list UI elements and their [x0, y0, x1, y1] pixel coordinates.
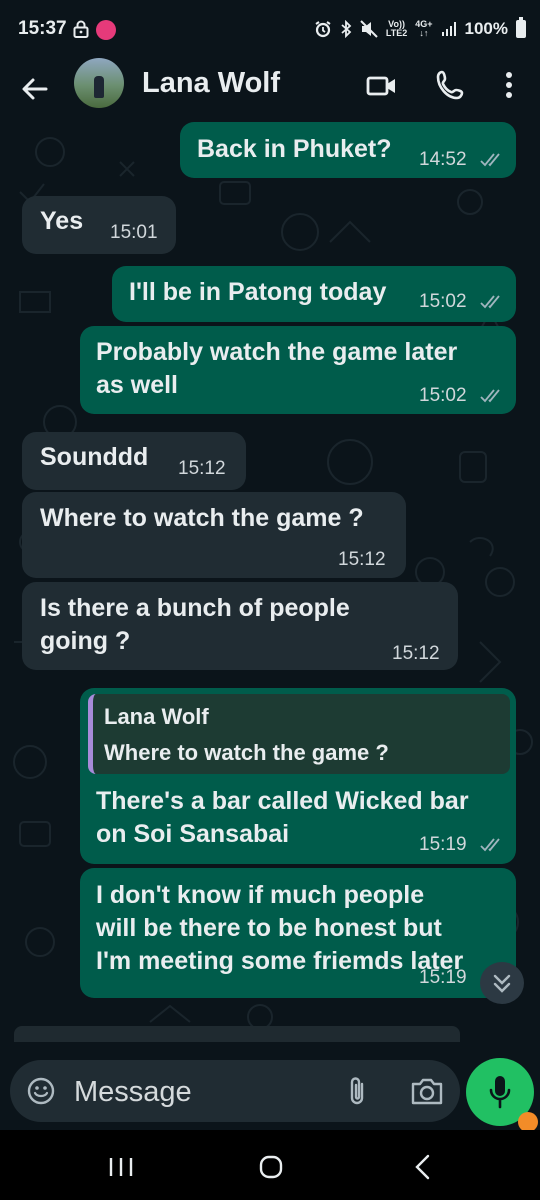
message-text: Where to watch the game ?: [40, 504, 364, 532]
bluetooth-icon: [341, 20, 352, 38]
notification-app-icon: [96, 20, 116, 40]
double-check-icon: [480, 295, 500, 309]
system-navigation-bar: [0, 1130, 540, 1200]
message-time: 15:12: [392, 643, 440, 664]
double-check-icon: [480, 838, 500, 852]
quoted-author: Lana Wolf: [104, 704, 209, 729]
battery-icon: [516, 17, 526, 38]
scroll-down-icon: [493, 974, 511, 993]
message-text: I don't know if much people will be ther…: [96, 881, 464, 975]
status-indicators: Vo)) LTE2 4G+ ↓↑ 100%: [314, 16, 526, 42]
message-text: Is there a bunch of people going ?: [40, 594, 350, 655]
chat-messages-area[interactable]: Back in Phuket? 14:52 Yes 15:01 I'll be …: [0, 122, 540, 1042]
back-arrow-icon[interactable]: [18, 72, 52, 106]
more-vert-icon[interactable]: [500, 68, 518, 102]
message-input[interactable]: [74, 1075, 324, 1109]
message-time: 15:12: [178, 458, 226, 479]
mic-icon: [489, 1076, 511, 1109]
message-text: Back in Phuket?: [197, 135, 392, 163]
double-check-icon: [480, 153, 500, 167]
phone-icon[interactable]: [434, 68, 466, 102]
volte-indicator: Vo)) LTE2: [385, 19, 408, 38]
mute-icon: [360, 20, 378, 38]
message-time: 15:01: [110, 222, 158, 243]
message-time: 15:19: [419, 967, 467, 988]
scroll-down-button[interactable]: [480, 962, 524, 1004]
double-check-icon: [480, 389, 500, 403]
message-time: 14:52: [419, 149, 467, 170]
contact-avatar[interactable]: [74, 58, 124, 108]
video-call-icon[interactable]: [366, 72, 398, 100]
alarm-icon: [315, 21, 331, 38]
status-time: 15:37: [18, 18, 67, 39]
attach-icon[interactable]: [346, 1074, 370, 1108]
nav-back-icon[interactable]: [412, 1154, 434, 1180]
message-text: I'll be in Patong today: [129, 278, 387, 306]
home-icon[interactable]: [258, 1154, 284, 1180]
camera-icon[interactable]: [410, 1076, 444, 1106]
quoted-text: Where to watch the game ?: [104, 740, 389, 765]
message-time: 15:12: [338, 549, 386, 570]
recent-apps-icon[interactable]: [108, 1156, 134, 1178]
contact-name[interactable]: Lana Wolf: [142, 67, 280, 100]
battery-percent: 100%: [464, 19, 508, 38]
message-time: 15:02: [419, 291, 467, 312]
network-type-indicator: 4G+ ↓↑: [415, 19, 433, 38]
message-text: There's a bar called Wicked bar on Soi S…: [96, 787, 469, 848]
lock-icon: [73, 20, 89, 38]
signal-icon: [441, 22, 456, 36]
message-text: Probably watch the game later as well: [96, 338, 458, 399]
next-message-edge: [14, 1026, 460, 1042]
chat-header: Lana Wolf: [0, 58, 540, 122]
status-bar: 15:37 Vo)) LTE2 4G+ ↓↑ 100%: [0, 0, 540, 60]
message-time: 15:19: [419, 834, 467, 855]
message-time: 15:02: [419, 385, 467, 406]
emoji-icon[interactable]: [26, 1076, 56, 1106]
message-text: Sounddd: [40, 443, 149, 471]
message-input-bar: [0, 1042, 540, 1132]
overlay-badge-icon: [518, 1112, 538, 1132]
message-text: Yes: [40, 207, 84, 235]
